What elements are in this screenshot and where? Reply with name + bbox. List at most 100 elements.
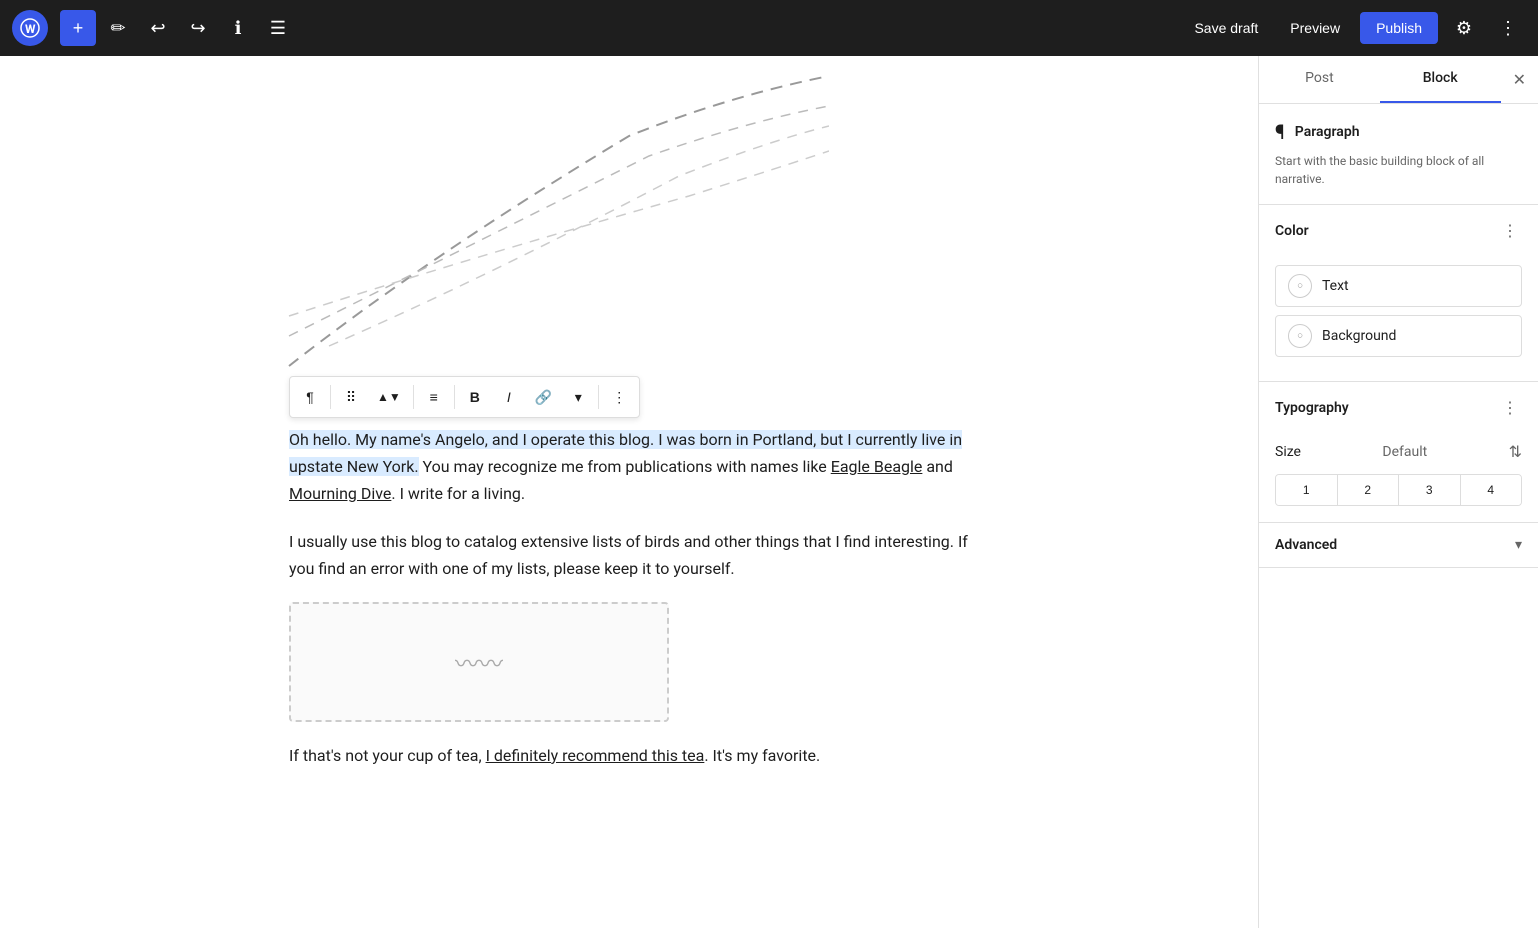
preview-button[interactable]: Preview <box>1278 14 1352 42</box>
paragraph-block-2[interactable]: I usually use this blog to catalog exten… <box>289 528 969 582</box>
wp-logo: W <box>12 10 48 46</box>
more-rich-text-button[interactable]: ▾ <box>562 381 594 413</box>
typography-section-actions: ⋮ <box>1498 396 1522 420</box>
text-color-label: Text <box>1322 278 1349 294</box>
font-size-2-button[interactable]: 2 <box>1338 475 1400 505</box>
bold-icon: B <box>470 389 480 405</box>
three-dots-icon: ⋮ <box>612 389 626 406</box>
gear-icon: ⚙ <box>1456 18 1472 39</box>
main-layout: ¶ ⠿ ▲▼ ≡ B I <box>0 56 1538 928</box>
list-icon: ☰ <box>270 18 286 39</box>
redo-icon: ↪ <box>190 18 205 39</box>
tab-block[interactable]: Block <box>1380 56 1501 103</box>
toolbar-divider-3 <box>454 385 455 409</box>
details-button[interactable]: ℹ <box>220 10 256 46</box>
paragraph1-rest: You may recognize me from publications w… <box>419 457 831 476</box>
bold-button[interactable]: B <box>459 381 491 413</box>
align-button[interactable]: ≡ <box>418 381 450 413</box>
redo-button[interactable]: ↪ <box>180 10 216 46</box>
size-adjuster-button[interactable]: ⇅ <box>1509 442 1522 462</box>
font-size-buttons: 1 2 3 4 <box>1275 474 1522 506</box>
typography-content: Size Default ⇅ 1 2 3 4 <box>1259 434 1538 522</box>
info-icon: ℹ <box>235 18 242 39</box>
list-view-button[interactable]: ☰ <box>260 10 296 46</box>
tab-post[interactable]: Post <box>1259 56 1380 103</box>
paragraph2-text: I usually use this blog to catalog exten… <box>289 532 968 578</box>
italic-button[interactable]: I <box>493 381 525 413</box>
settings-button[interactable]: ⚙ <box>1446 10 1482 46</box>
font-size-4-button[interactable]: 4 <box>1461 475 1522 505</box>
close-icon: ✕ <box>1513 70 1526 89</box>
paragraph-block-3[interactable]: If that's not your cup of tea, I definit… <box>289 742 969 769</box>
link-icon: 🔗 <box>535 389 552 406</box>
background-color-option[interactable]: ○ Background <box>1275 315 1522 357</box>
block-toolbar: ¶ ⠿ ▲▼ ≡ B I <box>289 376 640 418</box>
chevron-down-icon: ▾ <box>575 389 582 406</box>
typography-section-title: Typography <box>1275 400 1349 416</box>
size-label: Size <box>1275 444 1301 460</box>
add-block-button[interactable]: + <box>60 10 96 46</box>
typography-more-button[interactable]: ⋮ <box>1498 396 1522 420</box>
drag-handle-button[interactable]: ⠿ <box>335 381 367 413</box>
move-up-down-button[interactable]: ▲▼ <box>369 381 409 413</box>
block-info-header: ¶ Paragraph <box>1275 120 1522 144</box>
block-type-button[interactable]: ¶ <box>294 381 326 413</box>
align-icon: ≡ <box>430 389 438 405</box>
color-more-button[interactable]: ⋮ <box>1498 219 1522 243</box>
text-color-circle: ○ <box>1288 274 1312 298</box>
block-options-button[interactable]: ⋮ <box>603 381 635 413</box>
more-options-button[interactable]: ⋮ <box>1490 10 1526 46</box>
text-color-option[interactable]: ○ Text <box>1275 265 1522 307</box>
decorative-lines <box>229 56 829 376</box>
svg-text:W: W <box>25 22 36 36</box>
typography-section-header[interactable]: Typography ⋮ <box>1259 382 1538 434</box>
sidebar-tabs: Post Block ✕ <box>1259 56 1538 104</box>
paragraph1-and: and <box>922 457 953 476</box>
link-button[interactable]: 🔗 <box>527 381 560 413</box>
add-icon: + <box>73 18 84 39</box>
advanced-section-title: Advanced <box>1275 537 1337 553</box>
undo-button[interactable]: ↩ <box>140 10 176 46</box>
typography-section: Typography ⋮ Size Default ⇅ 1 2 3 4 <box>1259 382 1538 523</box>
font-size-1-button[interactable]: 1 <box>1276 475 1338 505</box>
color-options: ○ Text ○ Background <box>1259 257 1538 381</box>
paragraph3-start: If that's not your cup of tea, <box>289 746 486 765</box>
paragraph-block-icon: ¶ <box>1275 120 1285 144</box>
advanced-section-header[interactable]: Advanced ▾ <box>1259 523 1538 567</box>
chevron-down-icon: ▾ <box>1515 537 1522 553</box>
block-description: Start with the basic building block of a… <box>1275 152 1522 188</box>
mourning-dive-link[interactable]: Mourning Dive <box>289 484 391 503</box>
ellipsis-icon: ⋮ <box>1499 18 1517 39</box>
eagle-beagle-link[interactable]: Eagle Beagle <box>831 457 923 476</box>
color-section: Color ⋮ ○ Text ○ Background <box>1259 205 1538 382</box>
toolbar-right: Save draft Preview Publish ⚙ ⋮ <box>1182 10 1526 46</box>
edit-mode-button[interactable]: ✏ <box>100 10 136 46</box>
toolbar-divider-4 <box>598 385 599 409</box>
paragraph3-end: . It's my favorite. <box>704 746 820 765</box>
publish-button[interactable]: Publish <box>1360 12 1438 44</box>
image-placeholder-block[interactable]: 〰〰 <box>289 602 669 722</box>
color-section-header[interactable]: Color ⋮ <box>1259 205 1538 257</box>
editor-canvas: ¶ ⠿ ▲▼ ≡ B I <box>229 56 1029 928</box>
font-size-3-button[interactable]: 3 <box>1399 475 1461 505</box>
top-toolbar: W + ✏ ↩ ↪ ℹ ☰ Save draft Preview Publish… <box>0 0 1538 56</box>
recommend-tea-link[interactable]: I definitely recommend this tea <box>486 746 705 765</box>
paragraph1-end: . I write for a living. <box>391 484 525 503</box>
color-section-title: Color <box>1275 223 1309 239</box>
toolbar-divider-1 <box>330 385 331 409</box>
block-title: Paragraph <box>1295 124 1360 140</box>
background-color-circle: ○ <box>1288 324 1312 348</box>
right-sidebar: Post Block ✕ ¶ Paragraph Start with the … <box>1258 56 1538 928</box>
editor-area[interactable]: ¶ ⠿ ▲▼ ≡ B I <box>0 56 1258 928</box>
drag-icon: ⠿ <box>346 389 356 406</box>
advanced-section: Advanced ▾ <box>1259 523 1538 568</box>
undo-icon: ↩ <box>150 18 165 39</box>
paragraph-block-1[interactable]: Oh hello. My name's Angelo, and I operat… <box>289 426 969 508</box>
save-draft-button[interactable]: Save draft <box>1182 14 1270 42</box>
image-placeholder-icon: 〰〰 <box>455 644 503 679</box>
toolbar-divider-2 <box>413 385 414 409</box>
block-info: ¶ Paragraph Start with the basic buildin… <box>1259 104 1538 205</box>
pencil-icon: ✏ <box>110 18 125 39</box>
close-sidebar-button[interactable]: ✕ <box>1501 56 1538 103</box>
up-down-arrow-icon: ▲▼ <box>377 390 401 404</box>
